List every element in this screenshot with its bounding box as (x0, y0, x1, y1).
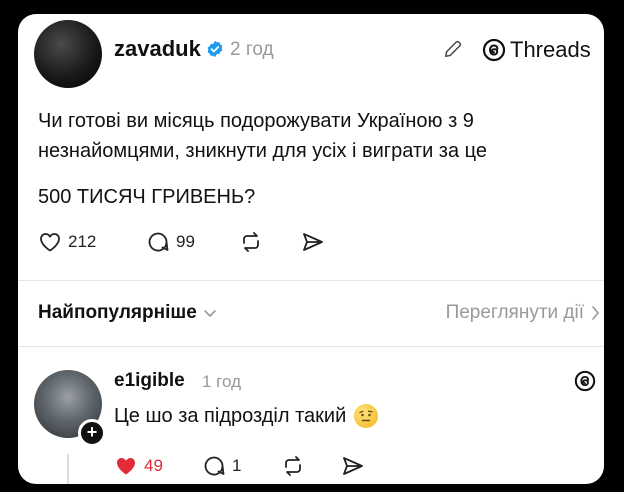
reply-body: Це шо за підрозділ такий (114, 404, 379, 428)
verified-icon (207, 40, 223, 58)
comment-icon (148, 232, 169, 252)
follow-plus-icon[interactable]: + (78, 419, 106, 447)
threads-logo-icon[interactable] (574, 370, 596, 392)
post-text-line-1: Чи готові ви місяць подорожувати Україно… (38, 110, 474, 132)
thread-connector-line (67, 454, 69, 484)
repost-button[interactable] (238, 230, 300, 254)
chevron-down-icon (203, 310, 216, 318)
comment-count: 99 (176, 232, 195, 251)
reply-comment-button[interactable]: 1 (202, 454, 280, 478)
sort-label: Найпопулярніше (38, 302, 197, 323)
post-body: Чи готові ви місяць подорожувати Україно… (38, 106, 598, 166)
reply-text: Це шо за підрозділ такий (114, 404, 347, 427)
reply-like-count: 49 (144, 456, 163, 475)
edit-icon[interactable] (442, 38, 464, 60)
share-icon (343, 457, 363, 475)
divider-top (18, 280, 604, 281)
share-button[interactable] (300, 230, 326, 254)
threads-card: zavaduk 2 год Threads Чи готові ви місяц… (18, 14, 604, 484)
sort-dropdown[interactable]: Найпопулярніше (38, 302, 217, 324)
activity-link-label: Переглянути дії (445, 302, 584, 323)
chevron-right-icon (592, 306, 600, 320)
comment-icon (204, 456, 225, 476)
post-time: 2 год (230, 39, 274, 60)
threads-badge[interactable]: Threads (482, 36, 591, 64)
reply-comment-count: 1 (232, 456, 242, 475)
reply-time: 1 год (202, 372, 242, 391)
reply-repost-button[interactable] (280, 454, 340, 478)
heart-icon (40, 233, 60, 252)
threads-label: Threads (510, 37, 591, 62)
post-actions: 212 99 (38, 230, 326, 254)
reply-share-button[interactable] (340, 454, 366, 478)
repost-icon (243, 232, 259, 252)
raised-eyebrow-emoji-icon (354, 404, 379, 428)
post-author-avatar[interactable] (34, 20, 102, 88)
post-text-line-2: незнайомцями, зникнути для усіх і виграт… (38, 140, 487, 162)
comment-button[interactable]: 99 (146, 230, 238, 254)
view-activity-link[interactable]: Переглянути дії (446, 302, 600, 324)
like-button[interactable]: 212 (38, 230, 146, 254)
post-text-line-3: 500 ТИСЯЧ ГРИВЕНЬ? (38, 186, 256, 208)
divider-bottom (18, 346, 604, 347)
reply-like-button[interactable]: 49 (114, 454, 202, 478)
repost-icon (285, 456, 301, 476)
share-icon (303, 233, 323, 251)
post-username[interactable]: zavaduk (114, 36, 201, 62)
heart-filled-icon (117, 458, 135, 475)
like-count: 212 (68, 232, 97, 251)
threads-logo-icon (482, 38, 506, 62)
reply-actions: 49 1 (114, 454, 366, 478)
reply-username[interactable]: e1igible (114, 370, 185, 392)
